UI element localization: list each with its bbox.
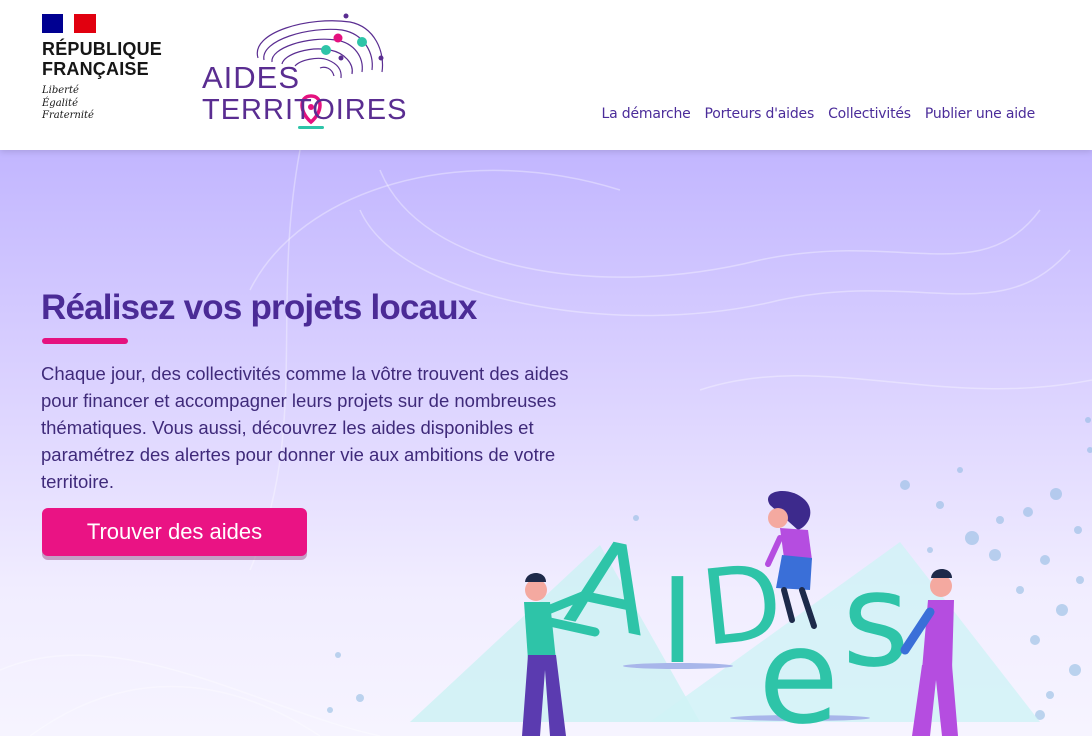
letter-s: s — [842, 544, 910, 696]
hero-section: Réalisez vos projets locaux Chaque jour,… — [0, 150, 1092, 736]
letter-e: e — [758, 600, 839, 736]
nav-collectivites[interactable]: Collectivités — [828, 106, 911, 122]
brand-line-territoires: TERRITOIRES — [202, 94, 408, 126]
nav-porteurs-d-aides[interactable]: Porteurs d'aides — [705, 106, 815, 122]
aides-illustration: A I D e s — [327, 417, 1092, 736]
republique-francaise-title: RÉPUBLIQUE FRANÇAISE — [42, 39, 163, 79]
aides-territoires-logo[interactable]: AIDES TERRITOIRES — [200, 12, 406, 134]
site-header: RÉPUBLIQUE FRANÇAISE Liberté Égalité Fra… — [0, 0, 1092, 150]
letter-i: I — [660, 552, 695, 690]
nav-la-demarche[interactable]: La démarche — [602, 106, 691, 122]
french-flag-icon — [42, 14, 96, 33]
republique-francaise-logo[interactable]: RÉPUBLIQUE FRANÇAISE Liberté Égalité Fra… — [42, 14, 172, 123]
republique-motto: Liberté Égalité Fraternité — [42, 85, 94, 121]
main-nav: La démarche Porteurs d'aides Collectivit… — [602, 106, 1036, 122]
nav-publier-une-aide[interactable]: Publier une aide — [925, 106, 1035, 122]
brand-line-aides: AIDES — [202, 60, 301, 95]
